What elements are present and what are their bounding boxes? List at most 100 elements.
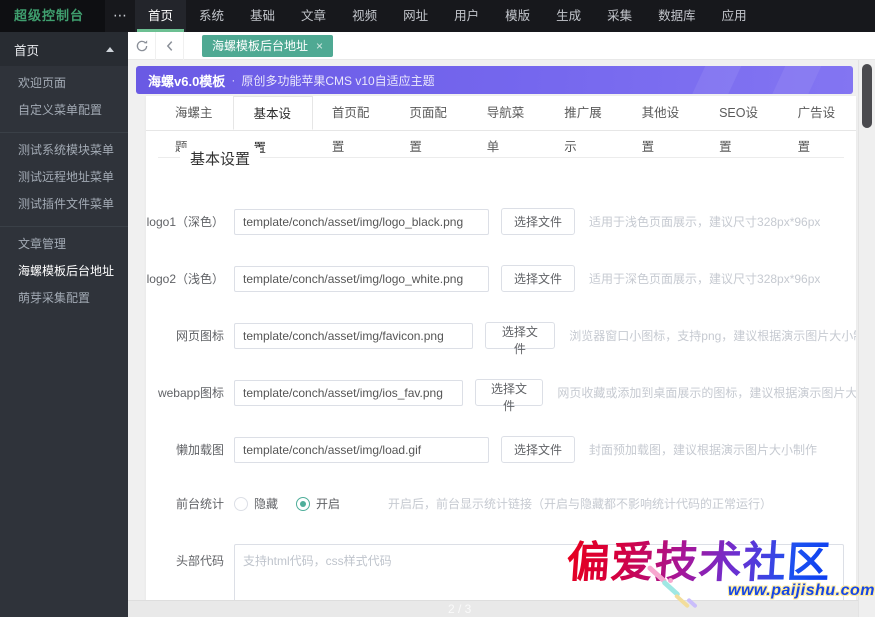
form-row-lazyload: 懒加载图 选择文件 封面预加载图，建议根据演示图片大小制作 [146,436,856,463]
logo1-path-input[interactable] [234,208,489,235]
refresh-icon [136,39,147,51]
choose-file-button[interactable]: 选择文件 [501,208,576,235]
banner-decor-streak [682,66,746,94]
field-hint: 开启后，前台显示统计链接（开启与隐藏都不影响统计代码的正常运行） [388,497,773,511]
app-logo: 超级控制台 [0,0,105,32]
nav-item-template[interactable]: 模版 [492,0,543,32]
sidebar-item-test-plugin[interactable]: 测试插件文件菜单 [0,191,128,218]
section-divider: 基本设置 [158,148,844,169]
settings-form: logo1（深色） 选择文件 适用于浅色页面展示，建议尺寸328px*96px … [146,158,856,617]
scrollbar-thumb[interactable] [862,64,872,128]
radio-label: 开启 [316,497,341,511]
window-tabbar: 海螺模板后台地址 × [128,31,875,60]
favicon-path-input[interactable] [234,322,473,349]
choose-file-button[interactable]: 选择文件 [501,265,576,292]
tab-promo-display[interactable]: 推广展示 [545,96,622,154]
banner-subtitle: 原创多功能苹果CMS v10自适应主题 [241,73,435,88]
app-screen: 超级控制台 ⋯ 首页 系统 基础 文章 视频 网址 用户 模版 生成 采集 数据… [0,0,875,617]
nav-item-generate[interactable]: 生成 [543,0,594,32]
choose-file-button[interactable]: 选择文件 [501,436,576,463]
tab-ad-settings[interactable]: 广告设置 [779,96,856,154]
banner-title: 海螺v6.0模板 [148,73,226,89]
tab-home-config[interactable]: 首页配置 [313,96,390,154]
field-label: logo2（浅色） [146,272,224,286]
sidebar-item-welcome[interactable]: 欢迎页面 [0,70,128,97]
field-label: 网页图标 [175,329,224,343]
close-icon[interactable]: × [316,35,323,57]
nav-item-user[interactable]: 用户 [441,0,492,32]
nav-item-apps[interactable]: 应用 [709,0,760,32]
sidebar-header-home[interactable]: 首页 [0,32,128,66]
nav-item-website[interactable]: 网址 [390,0,441,32]
lazyload-path-input[interactable] [234,436,489,463]
more-menu-icon[interactable]: ⋯ [105,0,135,32]
field-hint: 适用于深色页面展示，建议尺寸328px*96px [589,272,821,286]
logo2-path-input[interactable] [234,265,489,292]
tab-conch-theme[interactable]: 海螺主题 [156,96,233,154]
nav-item-video[interactable]: 视频 [339,0,390,32]
form-row-webapp-icon: webapp图标 选择文件 网页收藏或添加到桌面展示的图标，建议根据演示图片大小… [146,379,856,413]
field-hint: 网页收藏或添加到桌面展示的图标，建议根据演示图片大小制作 [557,386,856,400]
radio-circle-checked-icon [296,496,311,511]
banner-separator: · [231,73,236,87]
choose-file-button[interactable]: 选择文件 [484,322,556,356]
chevron-left-icon [166,40,172,51]
nav-item-collect[interactable]: 采集 [594,0,645,32]
tab-page-config[interactable]: 页面配置 [390,96,467,154]
sidebar-group-2: 测试系统模块菜单 测试远程地址菜单 测试插件文件菜单 [0,133,128,227]
nav-item-basic[interactable]: 基础 [237,0,288,32]
top-navbar: 超级控制台 ⋯ 首页 系统 基础 文章 视频 网址 用户 模版 生成 采集 数据… [0,0,875,32]
collapse-arrow-icon [106,46,114,52]
field-label: 懒加载图 [175,443,224,457]
main-content: 海螺模板后台地址 × 海螺v6.0模板 · 原创多功能苹果CMS v10自适应主… [128,28,875,617]
radio-hide[interactable]: 隐藏 [234,495,278,512]
back-button[interactable] [156,31,184,60]
nav-item-article[interactable]: 文章 [288,0,339,32]
settings-card: 海螺主题 基本设置 首页配置 页面配置 导航菜单 推广展示 其他设置 SEO设置… [146,96,856,617]
form-row-logo1: logo1（深色） 选择文件 适用于浅色页面展示，建议尺寸328px*96px [146,208,856,235]
webapp-icon-path-input[interactable] [234,379,463,406]
sidebar-item-mengya-collect[interactable]: 萌芽采集配置 [0,285,128,312]
radio-on[interactable]: 开启 [296,495,340,512]
field-label: 前台统计 [175,497,224,511]
banner-decor-streak [762,66,826,94]
sidebar-item-test-remote[interactable]: 测试远程地址菜单 [0,164,128,191]
top-nav-items: 首页 系统 基础 文章 视频 网址 用户 模版 生成 采集 数据库 应用 [135,0,760,32]
field-label: logo1（深色） [146,215,224,229]
section-title: 基本设置 [180,148,261,169]
field-hint: 适用于浅色页面展示，建议尺寸328px*96px [589,215,821,229]
window-tab-active[interactable]: 海螺模板后台地址 × [202,34,334,57]
nav-item-database[interactable]: 数据库 [645,0,709,32]
refresh-button[interactable] [128,31,156,60]
settings-tabs: 海螺主题 基本设置 首页配置 页面配置 导航菜单 推广展示 其他设置 SEO设置… [146,96,856,155]
choose-file-button[interactable]: 选择文件 [474,379,544,413]
field-hint: 封面预加载图，建议根据演示图片大小制作 [589,443,818,457]
field-label: 头部代码 [175,554,224,568]
sidebar-item-conch-backend[interactable]: 海螺模板后台地址 [0,258,128,285]
pagination-indicator: 2 / 3 [448,602,472,616]
tab-basic-settings[interactable]: 基本设置 [233,96,313,155]
sidebar-group-1: 欢迎页面 自定义菜单配置 [0,66,128,133]
nav-item-system[interactable]: 系统 [186,0,237,32]
vertical-scrollbar[interactable] [858,60,875,617]
form-row-stats: 前台统计 隐藏 开启 开启后，前台显示统计链接（开启与隐藏都不影响统计代码的正常… [146,495,856,512]
form-row-favicon: 网页图标 选择文件 浏览器窗口小图标，支持png，建议根据演示图片大小制作 [146,322,856,356]
tab-nav-menu[interactable]: 导航菜单 [468,96,545,154]
sidebar-header-label: 首页 [14,43,40,58]
sidebar-group-3: 文章管理 海螺模板后台地址 萌芽采集配置 [0,227,128,320]
radio-circle-icon [234,496,248,511]
window-tab-label: 海螺模板后台地址 [212,38,309,53]
theme-banner: 海螺v6.0模板 · 原创多功能苹果CMS v10自适应主题 [136,66,853,94]
bottom-strip: 2 / 3 [128,600,875,617]
sidebar: 首页 欢迎页面 自定义菜单配置 测试系统模块菜单 测试远程地址菜单 测试插件文件… [0,32,128,617]
radio-label: 隐藏 [254,497,279,511]
sidebar-item-custom-menu[interactable]: 自定义菜单配置 [0,97,128,124]
sidebar-item-test-module[interactable]: 测试系统模块菜单 [0,137,128,164]
sidebar-item-article-manage[interactable]: 文章管理 [0,231,128,258]
nav-item-home[interactable]: 首页 [135,0,187,32]
tab-seo-settings[interactable]: SEO设置 [700,96,779,154]
field-label: webapp图标 [157,386,224,400]
tab-other-settings[interactable]: 其他设置 [623,96,700,154]
form-row-logo2: logo2（浅色） 选择文件 适用于深色页面展示，建议尺寸328px*96px [146,265,856,292]
field-hint: 浏览器窗口小图标，支持png，建议根据演示图片大小制作 [569,329,856,343]
